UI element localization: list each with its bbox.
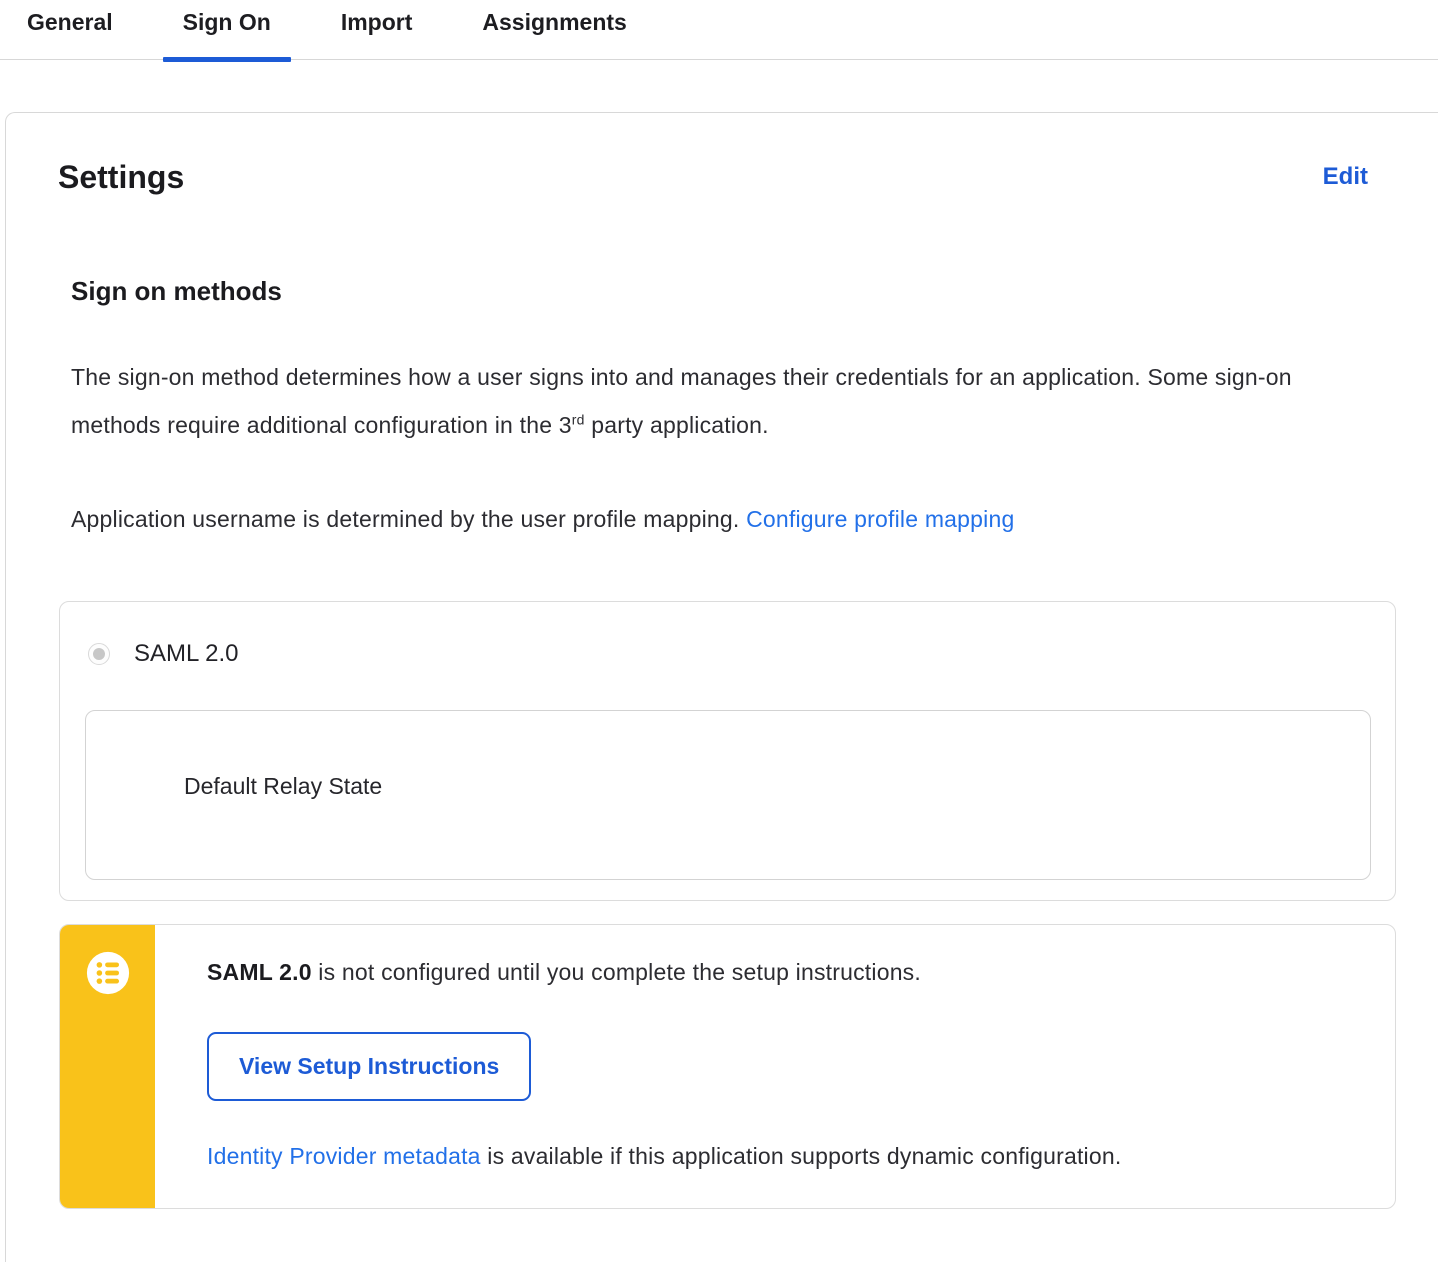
callout-message-bold: SAML 2.0 xyxy=(207,959,312,985)
tab-assignments[interactable]: Assignments xyxy=(462,0,646,60)
tab-sign-on[interactable]: Sign On xyxy=(162,0,292,62)
sign-on-methods-description: The sign-on method determines how a user… xyxy=(71,353,1306,449)
saml-settings-panel: Default Relay State xyxy=(85,710,1371,880)
tab-import[interactable]: Import xyxy=(321,0,433,60)
saml-radio-label: SAML 2.0 xyxy=(134,640,239,667)
view-setup-instructions-button[interactable]: View Setup Instructions xyxy=(207,1032,532,1101)
callout-message-rest: is not configured until you complete the… xyxy=(311,959,921,985)
settings-card: Settings Edit Sign on methods The sign-o… xyxy=(5,112,1438,1262)
page-title: Settings xyxy=(58,159,185,195)
edit-link[interactable]: Edit xyxy=(1323,163,1368,191)
username-mapping-text: Application username is determined by th… xyxy=(71,506,740,532)
metadata-line-text: is available if this application support… xyxy=(480,1143,1122,1169)
sign-on-methods-heading: Sign on methods xyxy=(71,276,282,306)
saml-radio-row: SAML 2.0 xyxy=(88,640,1395,668)
settings-card-header: Settings Edit xyxy=(58,159,1438,196)
identity-provider-metadata-link[interactable]: Identity Provider metadata xyxy=(207,1143,481,1169)
list-icon xyxy=(85,925,131,1001)
saml-radio[interactable] xyxy=(88,643,110,665)
saml-option-box: SAML 2.0 Default Relay State xyxy=(59,601,1396,901)
metadata-line: Identity Provider metadata is available … xyxy=(207,1143,1355,1170)
description-text-2: party application. xyxy=(584,412,769,438)
tab-bar: General Sign On Import Assignments xyxy=(0,0,1438,62)
callout-message: SAML 2.0 is not configured until you com… xyxy=(207,959,1355,986)
description-superscript: rd xyxy=(571,411,585,428)
username-mapping-description: Application username is determined by th… xyxy=(71,495,1306,543)
configure-profile-mapping-link[interactable]: Configure profile mapping xyxy=(746,506,1014,532)
default-relay-state-label: Default Relay State xyxy=(184,773,383,799)
callout-body: SAML 2.0 is not configured until you com… xyxy=(155,925,1395,1208)
setup-callout: SAML 2.0 is not configured until you com… xyxy=(59,924,1396,1209)
callout-warning-stripe xyxy=(60,925,155,1208)
tab-general[interactable]: General xyxy=(7,0,133,60)
